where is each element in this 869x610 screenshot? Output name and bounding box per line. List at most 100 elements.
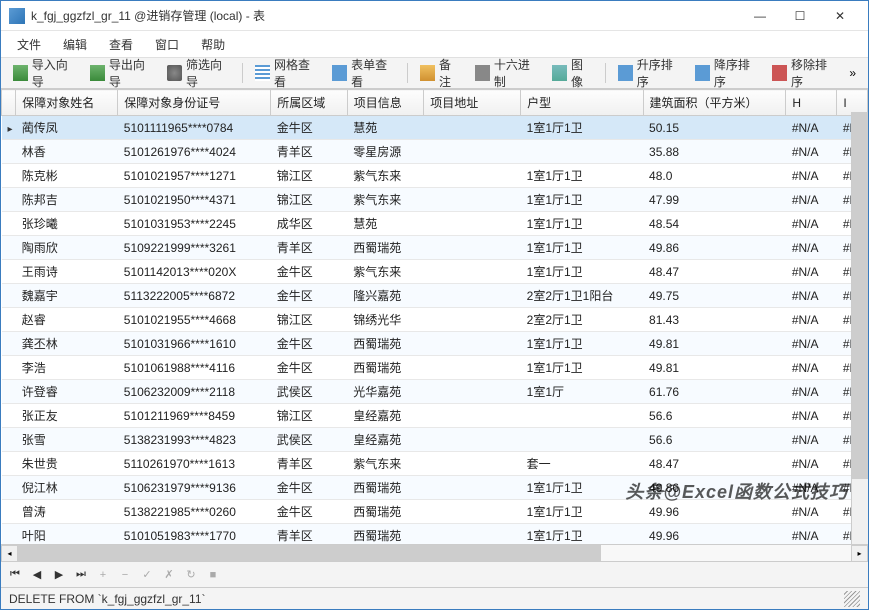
cell-address[interactable] — [424, 428, 521, 452]
nav-delete-button[interactable]: − — [115, 565, 135, 585]
cell-name[interactable]: 魏嘉宇 — [16, 284, 118, 308]
cell-project[interactable]: 紫气东来 — [347, 188, 424, 212]
cell-size[interactable]: 49.86 — [643, 476, 786, 500]
table-row[interactable]: 蔺传凤5101111965****0784金牛区慧苑1室1厅1卫50.15#N/… — [2, 116, 868, 140]
remove-sort-button[interactable]: 移除排序 — [766, 53, 841, 93]
hscroll-track[interactable] — [18, 545, 851, 561]
nav-stop-button[interactable]: ■ — [203, 565, 223, 585]
cell-address[interactable] — [424, 500, 521, 524]
cell-project[interactable]: 慧苑 — [347, 212, 424, 236]
data-grid[interactable]: 保障对象姓名 保障对象身份证号 所属区域 项目信息 项目地址 户型 建筑面积（平… — [1, 89, 868, 544]
cell-project[interactable]: 光华嘉苑 — [347, 380, 424, 404]
cell-h[interactable]: #N/A — [786, 452, 837, 476]
table-row[interactable]: 陶雨欣5109221999****3261青羊区西蜀瑞苑1室1厅1卫49.86#… — [2, 236, 868, 260]
cell-h[interactable]: #N/A — [786, 308, 837, 332]
cell-id[interactable]: 5101021955****4668 — [118, 308, 271, 332]
cell-name[interactable]: 王雨诗 — [16, 260, 118, 284]
cell-id[interactable]: 5101211969****8459 — [118, 404, 271, 428]
cell-name[interactable]: 李浩 — [16, 356, 118, 380]
table-row[interactable]: 张雪5138231993****4823武侯区皇经嘉苑56.6#N/A#N — [2, 428, 868, 452]
cell-id[interactable]: 5101142013****020X — [118, 260, 271, 284]
cell-name[interactable]: 蔺传凤 — [16, 116, 118, 140]
cell-type[interactable]: 1室1厅1卫 — [521, 212, 643, 236]
cell-size[interactable]: 48.47 — [643, 452, 786, 476]
resize-grip[interactable] — [844, 591, 860, 607]
col-area[interactable]: 所属区域 — [271, 90, 348, 116]
cell-name[interactable]: 曾涛 — [16, 500, 118, 524]
cell-name[interactable]: 朱世贵 — [16, 452, 118, 476]
cell-name[interactable]: 叶阳 — [16, 524, 118, 545]
cell-area[interactable]: 青羊区 — [271, 452, 348, 476]
nav-commit-button[interactable]: ✓ — [137, 565, 157, 585]
cell-type[interactable]: 1室1厅1卫 — [521, 332, 643, 356]
filter-wizard-button[interactable]: 筛选向导 — [161, 53, 236, 93]
cell-h[interactable]: #N/A — [786, 500, 837, 524]
col-marker[interactable] — [2, 90, 16, 116]
image-button[interactable]: 图像 — [546, 53, 599, 93]
cell-type[interactable]: 1室1厅1卫 — [521, 164, 643, 188]
cell-size[interactable]: 49.75 — [643, 284, 786, 308]
toolbar-overflow-button[interactable]: » — [843, 62, 862, 84]
cell-type[interactable]: 1室1厅1卫 — [521, 116, 643, 140]
export-wizard-button[interactable]: 导出向导 — [84, 53, 159, 93]
cell-id[interactable]: 5101111965****0784 — [118, 116, 271, 140]
table-row[interactable]: 王雨诗5101142013****020X金牛区紫气东来1室1厅1卫48.47#… — [2, 260, 868, 284]
cell-id[interactable]: 5101021957****1271 — [118, 164, 271, 188]
table-row[interactable]: 张珍曦5101031953****2245成华区慧苑1室1厅1卫48.54#N/… — [2, 212, 868, 236]
cell-size[interactable]: 50.15 — [643, 116, 786, 140]
cell-id[interactable]: 5101061988****4116 — [118, 356, 271, 380]
nav-cancel-button[interactable]: ✗ — [159, 565, 179, 585]
cell-h[interactable]: #N/A — [786, 332, 837, 356]
cell-area[interactable]: 锦江区 — [271, 188, 348, 212]
cell-h[interactable]: #N/A — [786, 428, 837, 452]
cell-name[interactable]: 陈克彬 — [16, 164, 118, 188]
cell-size[interactable]: 49.96 — [643, 500, 786, 524]
header-row[interactable]: 保障对象姓名 保障对象身份证号 所属区域 项目信息 项目地址 户型 建筑面积（平… — [2, 90, 868, 116]
nav-last-button[interactable]: ⏭ — [71, 565, 91, 585]
cell-size[interactable]: 56.6 — [643, 404, 786, 428]
cell-project[interactable]: 西蜀瑞苑 — [347, 332, 424, 356]
cell-h[interactable]: #N/A — [786, 140, 837, 164]
cell-type[interactable] — [521, 428, 643, 452]
cell-area[interactable]: 锦江区 — [271, 164, 348, 188]
cell-type[interactable] — [521, 140, 643, 164]
cell-size[interactable]: 48.47 — [643, 260, 786, 284]
cell-area[interactable]: 青羊区 — [271, 140, 348, 164]
cell-type[interactable]: 1室1厅1卫 — [521, 260, 643, 284]
cell-name[interactable]: 赵睿 — [16, 308, 118, 332]
cell-id[interactable]: 5113222005****6872 — [118, 284, 271, 308]
table-row[interactable]: 朱世贵5110261970****1613青羊区紫气东来套一48.47#N/A#… — [2, 452, 868, 476]
note-button[interactable]: 备注 — [414, 53, 467, 93]
cell-address[interactable] — [424, 308, 521, 332]
cell-area[interactable]: 金牛区 — [271, 476, 348, 500]
cell-address[interactable] — [424, 380, 521, 404]
cell-id[interactable]: 5101261976****4024 — [118, 140, 271, 164]
cell-h[interactable]: #N/A — [786, 284, 837, 308]
col-h[interactable]: H — [786, 90, 837, 116]
cell-type[interactable]: 1室1厅 — [521, 380, 643, 404]
cell-name[interactable]: 倪江林 — [16, 476, 118, 500]
cell-address[interactable] — [424, 140, 521, 164]
table-row[interactable]: 龚丕林5101031966****1610金牛区西蜀瑞苑1室1厅1卫49.81#… — [2, 332, 868, 356]
table-row[interactable]: 陈克彬5101021957****1271锦江区紫气东来1室1厅1卫48.0#N… — [2, 164, 868, 188]
hscroll-thumb[interactable] — [18, 545, 601, 561]
vertical-scrollbar[interactable] — [851, 112, 868, 544]
cell-project[interactable]: 锦绣光华 — [347, 308, 424, 332]
cell-project[interactable]: 西蜀瑞苑 — [347, 476, 424, 500]
table-row[interactable]: 倪江林5106231979****9136金牛区西蜀瑞苑1室1厅1卫49.86#… — [2, 476, 868, 500]
cell-type[interactable]: 1室1厅1卫 — [521, 524, 643, 545]
cell-project[interactable]: 西蜀瑞苑 — [347, 524, 424, 545]
cell-address[interactable] — [424, 524, 521, 545]
col-type[interactable]: 户型 — [521, 90, 643, 116]
cell-size[interactable]: 47.99 — [643, 188, 786, 212]
hex-button[interactable]: 十六进制 — [469, 53, 544, 93]
cell-id[interactable]: 5101031966****1610 — [118, 332, 271, 356]
cell-id[interactable]: 5109221999****3261 — [118, 236, 271, 260]
cell-project[interactable]: 紫气东来 — [347, 452, 424, 476]
cell-type[interactable]: 2室2厅1卫 — [521, 308, 643, 332]
cell-id[interactable]: 5138231993****4823 — [118, 428, 271, 452]
cell-area[interactable]: 武侯区 — [271, 380, 348, 404]
table-row[interactable]: 赵睿5101021955****4668锦江区锦绣光华2室2厅1卫81.43#N… — [2, 308, 868, 332]
cell-name[interactable]: 张雪 — [16, 428, 118, 452]
cell-size[interactable]: 49.86 — [643, 236, 786, 260]
